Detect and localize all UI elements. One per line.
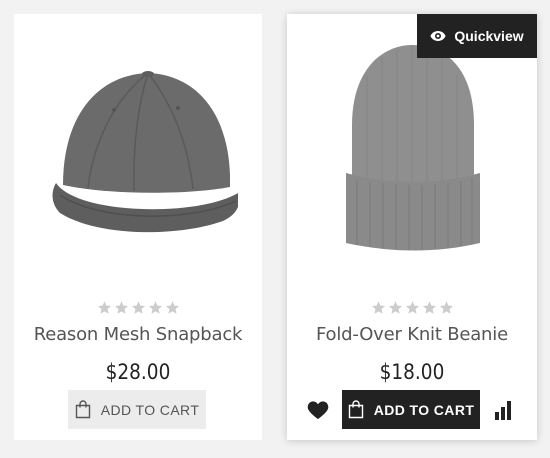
quickview-button[interactable]: Quickview: [417, 14, 537, 58]
star-empty-icon: [131, 301, 145, 314]
quickview-label: Quickview: [454, 28, 524, 44]
star-empty-icon: [148, 301, 162, 314]
product-name-link[interactable]: Fold-Over Knit Beanie: [287, 324, 537, 345]
product-image[interactable]: [14, 14, 262, 276]
heart-icon: [307, 401, 329, 420]
baseball-cap-image: [52, 71, 238, 233]
beanie-image: [346, 45, 480, 251]
star-empty-icon: [165, 301, 179, 314]
star-empty-icon: [97, 301, 111, 314]
star-empty-icon: [371, 301, 385, 314]
wishlist-button[interactable]: [307, 400, 329, 420]
add-to-cart-button[interactable]: ADD TO CART: [68, 390, 206, 429]
compare-button[interactable]: [494, 400, 512, 420]
eye-icon: [430, 31, 446, 41]
product-name-link[interactable]: Reason Mesh Snapback: [14, 324, 262, 345]
star-empty-icon: [405, 301, 419, 314]
star-empty-icon: [439, 301, 453, 314]
add-to-cart-label: ADD TO CART: [100, 401, 200, 418]
shopping-bag-icon: [348, 400, 363, 419]
shopping-bag-icon: [75, 400, 90, 419]
add-to-cart-button[interactable]: ADD TO CART: [342, 390, 480, 429]
product-price: $28.00: [105, 360, 171, 384]
star-empty-icon: [422, 301, 436, 314]
product-price: $18.00: [379, 360, 445, 384]
add-to-cart-label: ADD TO CART: [373, 401, 475, 418]
star-rating: [14, 300, 262, 315]
product-card[interactable]: Quickview Fold-Over Knit Beanie $18.00 A…: [287, 14, 537, 440]
star-empty-icon: [388, 301, 402, 314]
bar-chart-icon: [495, 401, 511, 420]
star-rating: [287, 300, 537, 315]
star-empty-icon: [114, 301, 128, 314]
product-card[interactable]: Reason Mesh Snapback $28.00 ADD TO CART: [14, 14, 262, 440]
